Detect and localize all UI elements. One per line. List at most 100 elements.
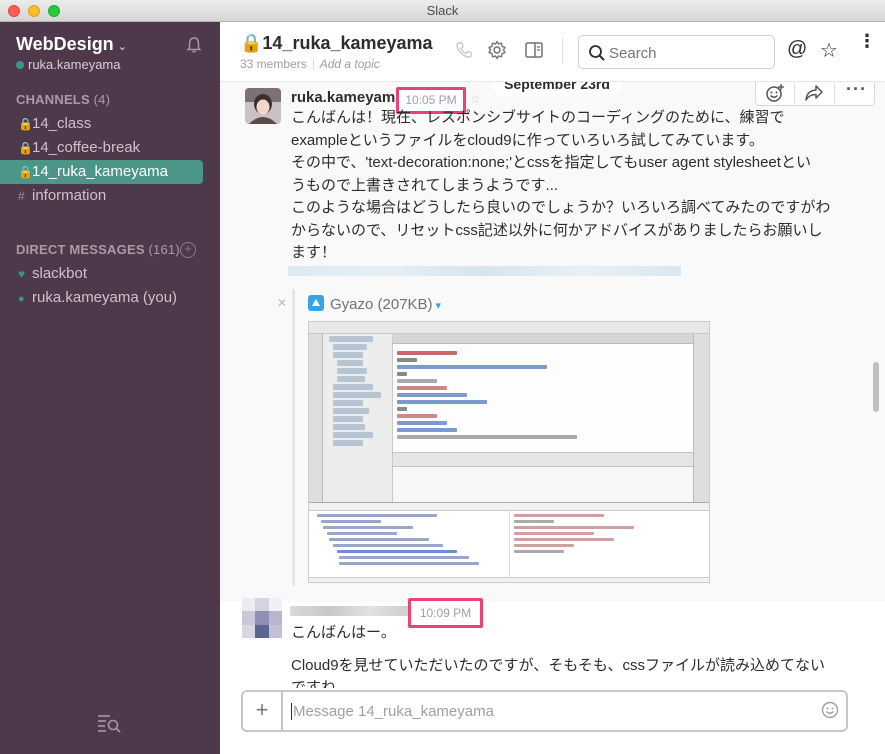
message-actions: ··· [755,82,875,106]
screenshot-findbar [393,452,693,466]
search-box[interactable] [578,35,775,69]
message-scrollbar[interactable] [873,362,879,412]
channel-label: 14_ruka_kameyama [32,163,168,180]
message-line: うもので上書きされてしまうようです... [291,176,559,194]
bell-icon[interactable] [185,36,203,54]
redacted-link[interactable] [288,266,681,276]
presence-active-icon [16,61,24,69]
star-icon[interactable]: ☆ [820,38,838,63]
title-bar: Slack [0,0,885,22]
channels-header[interactable]: CHANNELS (4) [16,92,110,107]
star-message-icon[interactable]: ☆ [470,92,481,106]
channel-title[interactable]: 🔒14_ruka_kameyama [240,33,433,54]
channel-header: 🔒14_ruka_kameyama 33 members Add a topic … [220,22,885,82]
actions-divider [834,82,835,105]
date-divider: September 23rd [492,82,622,96]
message-line: からないので、リセットcss記述以外に何かアドバイスがありましたらお願いし [291,221,823,239]
attach-plus-button[interactable]: + [243,692,283,730]
sidebar-item-14-class[interactable]: 🔒14_class [0,112,220,136]
sidebar-item-14-ruka-kameyama[interactable]: 🔒14_ruka_kameyama [0,160,203,184]
channels-count: (4) [93,92,111,107]
dm-title: DIRECT MESSAGES [16,242,145,257]
sidebar-item-slackbot[interactable]: ♥ slackbot [0,262,220,286]
search-input[interactable] [609,42,759,64]
mentions-at-icon[interactable]: @ [787,38,807,61]
channels-title: CHANNELS [16,92,90,107]
channel-label: information [32,187,107,204]
add-reaction-icon[interactable] [765,83,785,103]
caret-down-icon[interactable]: ▾ [436,300,442,312]
message-body: こんばんは！現在、レスポンシブサイトのコーディングのために、練習で exampl… [291,107,830,265]
screenshot-editor [393,334,693,452]
attachment-screenshot-image[interactable] [308,321,710,583]
channel-label: 14_coffee-break [32,139,141,156]
screenshot-rightbar [693,334,709,502]
message-pane: September 23rd ··· ruka.kameyama 10:05 P… [220,82,885,688]
phone-icon[interactable] [454,40,474,60]
add-topic-link[interactable]: Add a topic [320,57,380,71]
channel-meta: 33 members Add a topic [240,57,380,71]
lock-icon: 🔒 [18,117,33,131]
dm-label: slackbot [32,265,88,282]
sidebar: WebDesign ⌄ ruka.kameyama CHANNELS (4) 🔒1… [0,22,220,754]
collapse-attachment-icon[interactable]: ✕ [277,296,287,310]
more-vertical-icon[interactable]: ⋮ [858,32,876,50]
details-pane-icon[interactable] [524,40,544,60]
sender-name[interactable]: ruka.kameyama [291,89,404,106]
sidebar-item-information[interactable]: # information [0,184,220,208]
share-arrow-icon[interactable] [804,84,824,102]
quick-switcher-icon[interactable] [96,712,122,734]
more-actions-icon[interactable]: ··· [846,82,867,100]
add-dm-plus-icon[interactable]: + [180,242,196,258]
hash-icon: # [18,189,25,203]
screenshot-filetree [323,334,393,502]
presence-dot-icon: ● [18,293,25,305]
message-line: exampleというファイルをcloud9に作っていろいろ試してみています。 [291,131,764,149]
attachment-title[interactable]: Gyazo (207KB) ▾ [308,295,441,313]
message-line: ます！ [291,244,337,261]
team-name: WebDesign [16,34,114,54]
screenshot-leftbar [309,334,323,502]
message-composer: + [241,690,848,732]
avatar[interactable] [245,88,281,124]
attachment-bar [292,289,295,586]
screenshot-devtools [309,502,709,582]
message-line: こんばんは！現在、レスポンシブサイトのコーディングのために、練習で [291,109,785,126]
user-name: ruka.kameyama [28,57,121,72]
dm-label: ruka.kameyama (you) [32,289,178,306]
chevron-down-icon: ⌄ [117,41,127,53]
heart-icon: ♥ [18,267,26,281]
message-line: このような場合はどうしたら良いのでしょうか？いろいろ調べてみたのですがわ [291,199,831,216]
gyazo-logo-icon [308,295,324,311]
actions-divider [794,82,795,105]
header-divider [562,38,563,64]
text-caret [291,703,292,720]
screenshot-terminal [393,466,693,502]
lock-icon: 🔒 [18,165,33,179]
screenshot-menubar [309,322,709,334]
slack-window: Slack WebDesign ⌄ ruka.kameyama CHANNELS … [0,0,885,754]
message-line: その中で、'text-decoration:none;'とcssを指定してもus… [291,154,811,171]
message-input[interactable] [293,700,813,722]
meta-divider [312,58,314,70]
channel-label: 14_class [32,115,92,132]
emoji-picker-icon[interactable] [821,701,839,719]
avatar[interactable] [242,598,282,638]
lock-icon: 🔒 [18,141,33,155]
current-user[interactable]: ruka.kameyama [16,57,120,72]
attachment-label: Gyazo (207KB) [330,296,433,313]
redacted-sender-name[interactable] [290,606,408,616]
team-menu[interactable]: WebDesign ⌄ [16,34,127,55]
direct-messages-header[interactable]: DIRECT MESSAGES (161) [16,242,180,257]
sidebar-item-ruka-kameyama-you[interactable]: ● ruka.kameyama (you) [0,286,220,310]
search-icon [589,45,605,61]
dm-count: (161) [148,242,180,257]
message-body: こんばんはー。 Cloud9を見せていただいたのですが、そもそも、cssファイル… [291,622,825,688]
message-line: Cloud9を見せていただいたのですが、そもそも、cssファイルが読み込めてない [291,656,825,674]
gear-icon[interactable] [487,40,507,60]
window-title: Slack [426,3,459,18]
message-line: こんばんはー。 [291,624,396,641]
sidebar-item-14-coffee-break[interactable]: 🔒14_coffee-break [0,136,220,160]
member-count[interactable]: 33 members [240,57,307,71]
message-line: ですね。 [291,679,352,688]
